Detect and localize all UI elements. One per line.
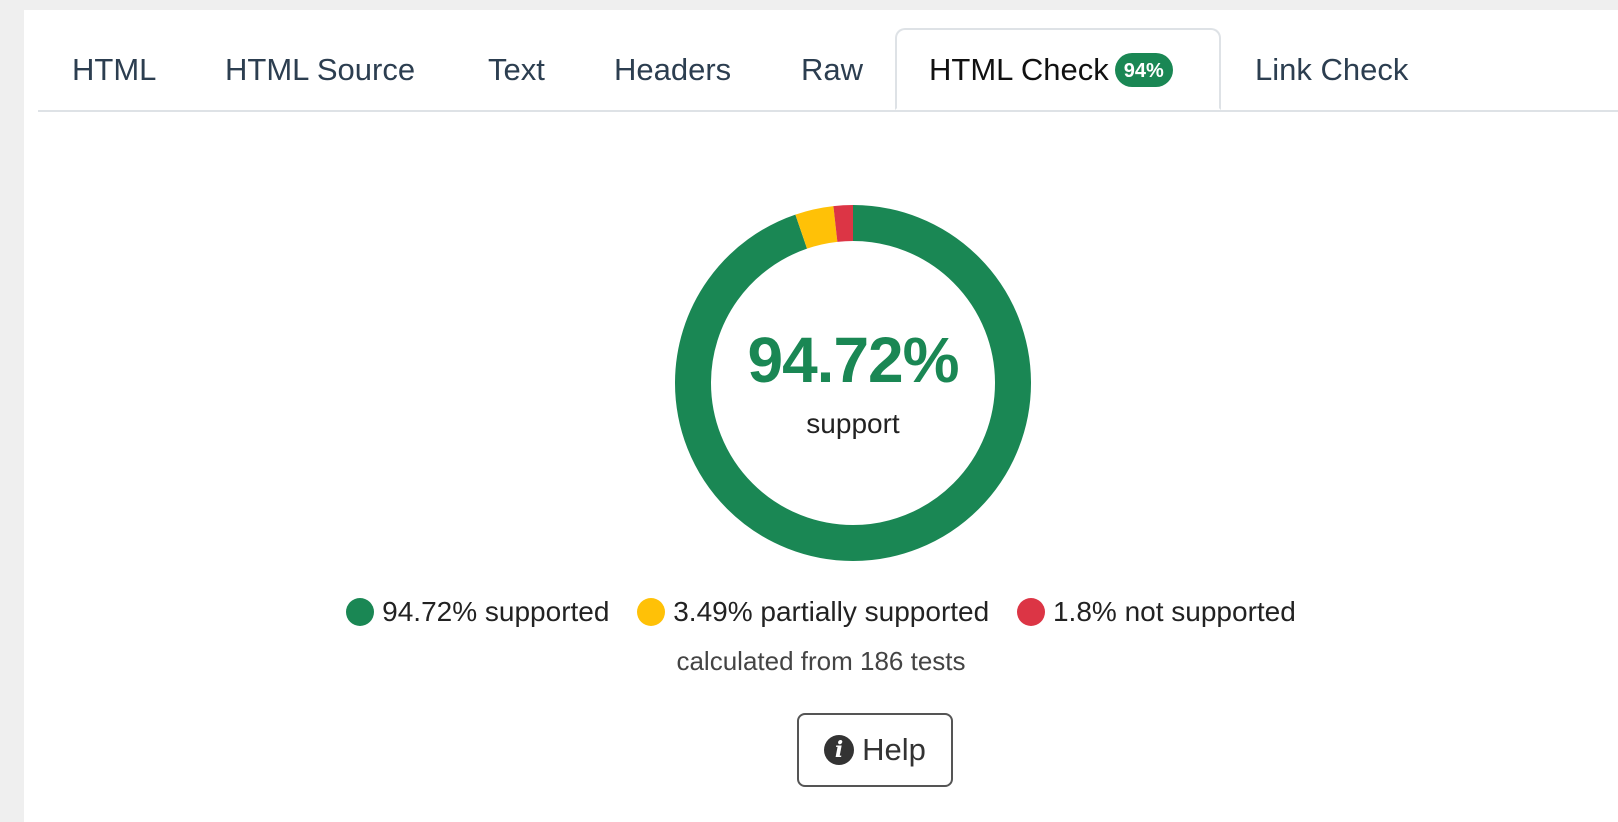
tab-headers[interactable]: Headers [614,28,731,110]
tests-footnote: calculated from 186 tests [676,646,966,676]
legend-supported-text: 94.72% supported [382,596,610,627]
tab-bar: HTML HTML Source Text Headers Raw HTML C… [38,28,1618,112]
legend-dot-yellow [637,598,666,626]
legend-partial-text: 3.49% partially supported [673,596,990,627]
chart-legend: 94.72% supported 3.49% partially support… [24,596,1618,628]
info-icon: i [824,735,855,765]
tab-text[interactable]: Text [488,28,545,110]
help-button[interactable]: i Help [797,713,953,787]
tab-html[interactable]: HTML [72,28,156,110]
support-label: support [806,408,900,439]
tab-html-check[interactable]: HTML Check 94% [895,28,1221,110]
html-check-panel: HTML HTML Source Text Headers Raw HTML C… [24,10,1618,822]
legend-not-supported: 1.8% not supported [1016,596,1296,628]
legend-supported: 94.72% supported [346,596,609,628]
tab-html-source[interactable]: HTML Source [225,28,415,110]
score-badge: 94% [1114,52,1173,87]
legend-dot-red [1016,598,1045,626]
legend-partially-supported: 3.49% partially supported [637,596,989,628]
legend-dot-green [346,598,375,626]
legend-not-supported-text: 1.8% not supported [1052,596,1296,627]
donut-center: 94.72% support [675,205,1031,561]
support-donut-chart: 94.72% support [675,205,1031,561]
tab-raw[interactable]: Raw [801,28,863,110]
tab-link-check[interactable]: Link Check [1255,28,1408,110]
tab-html-check-label: HTML Check [929,52,1109,87]
help-button-label: Help [862,732,926,767]
support-percentage: 94.72% [747,324,959,396]
